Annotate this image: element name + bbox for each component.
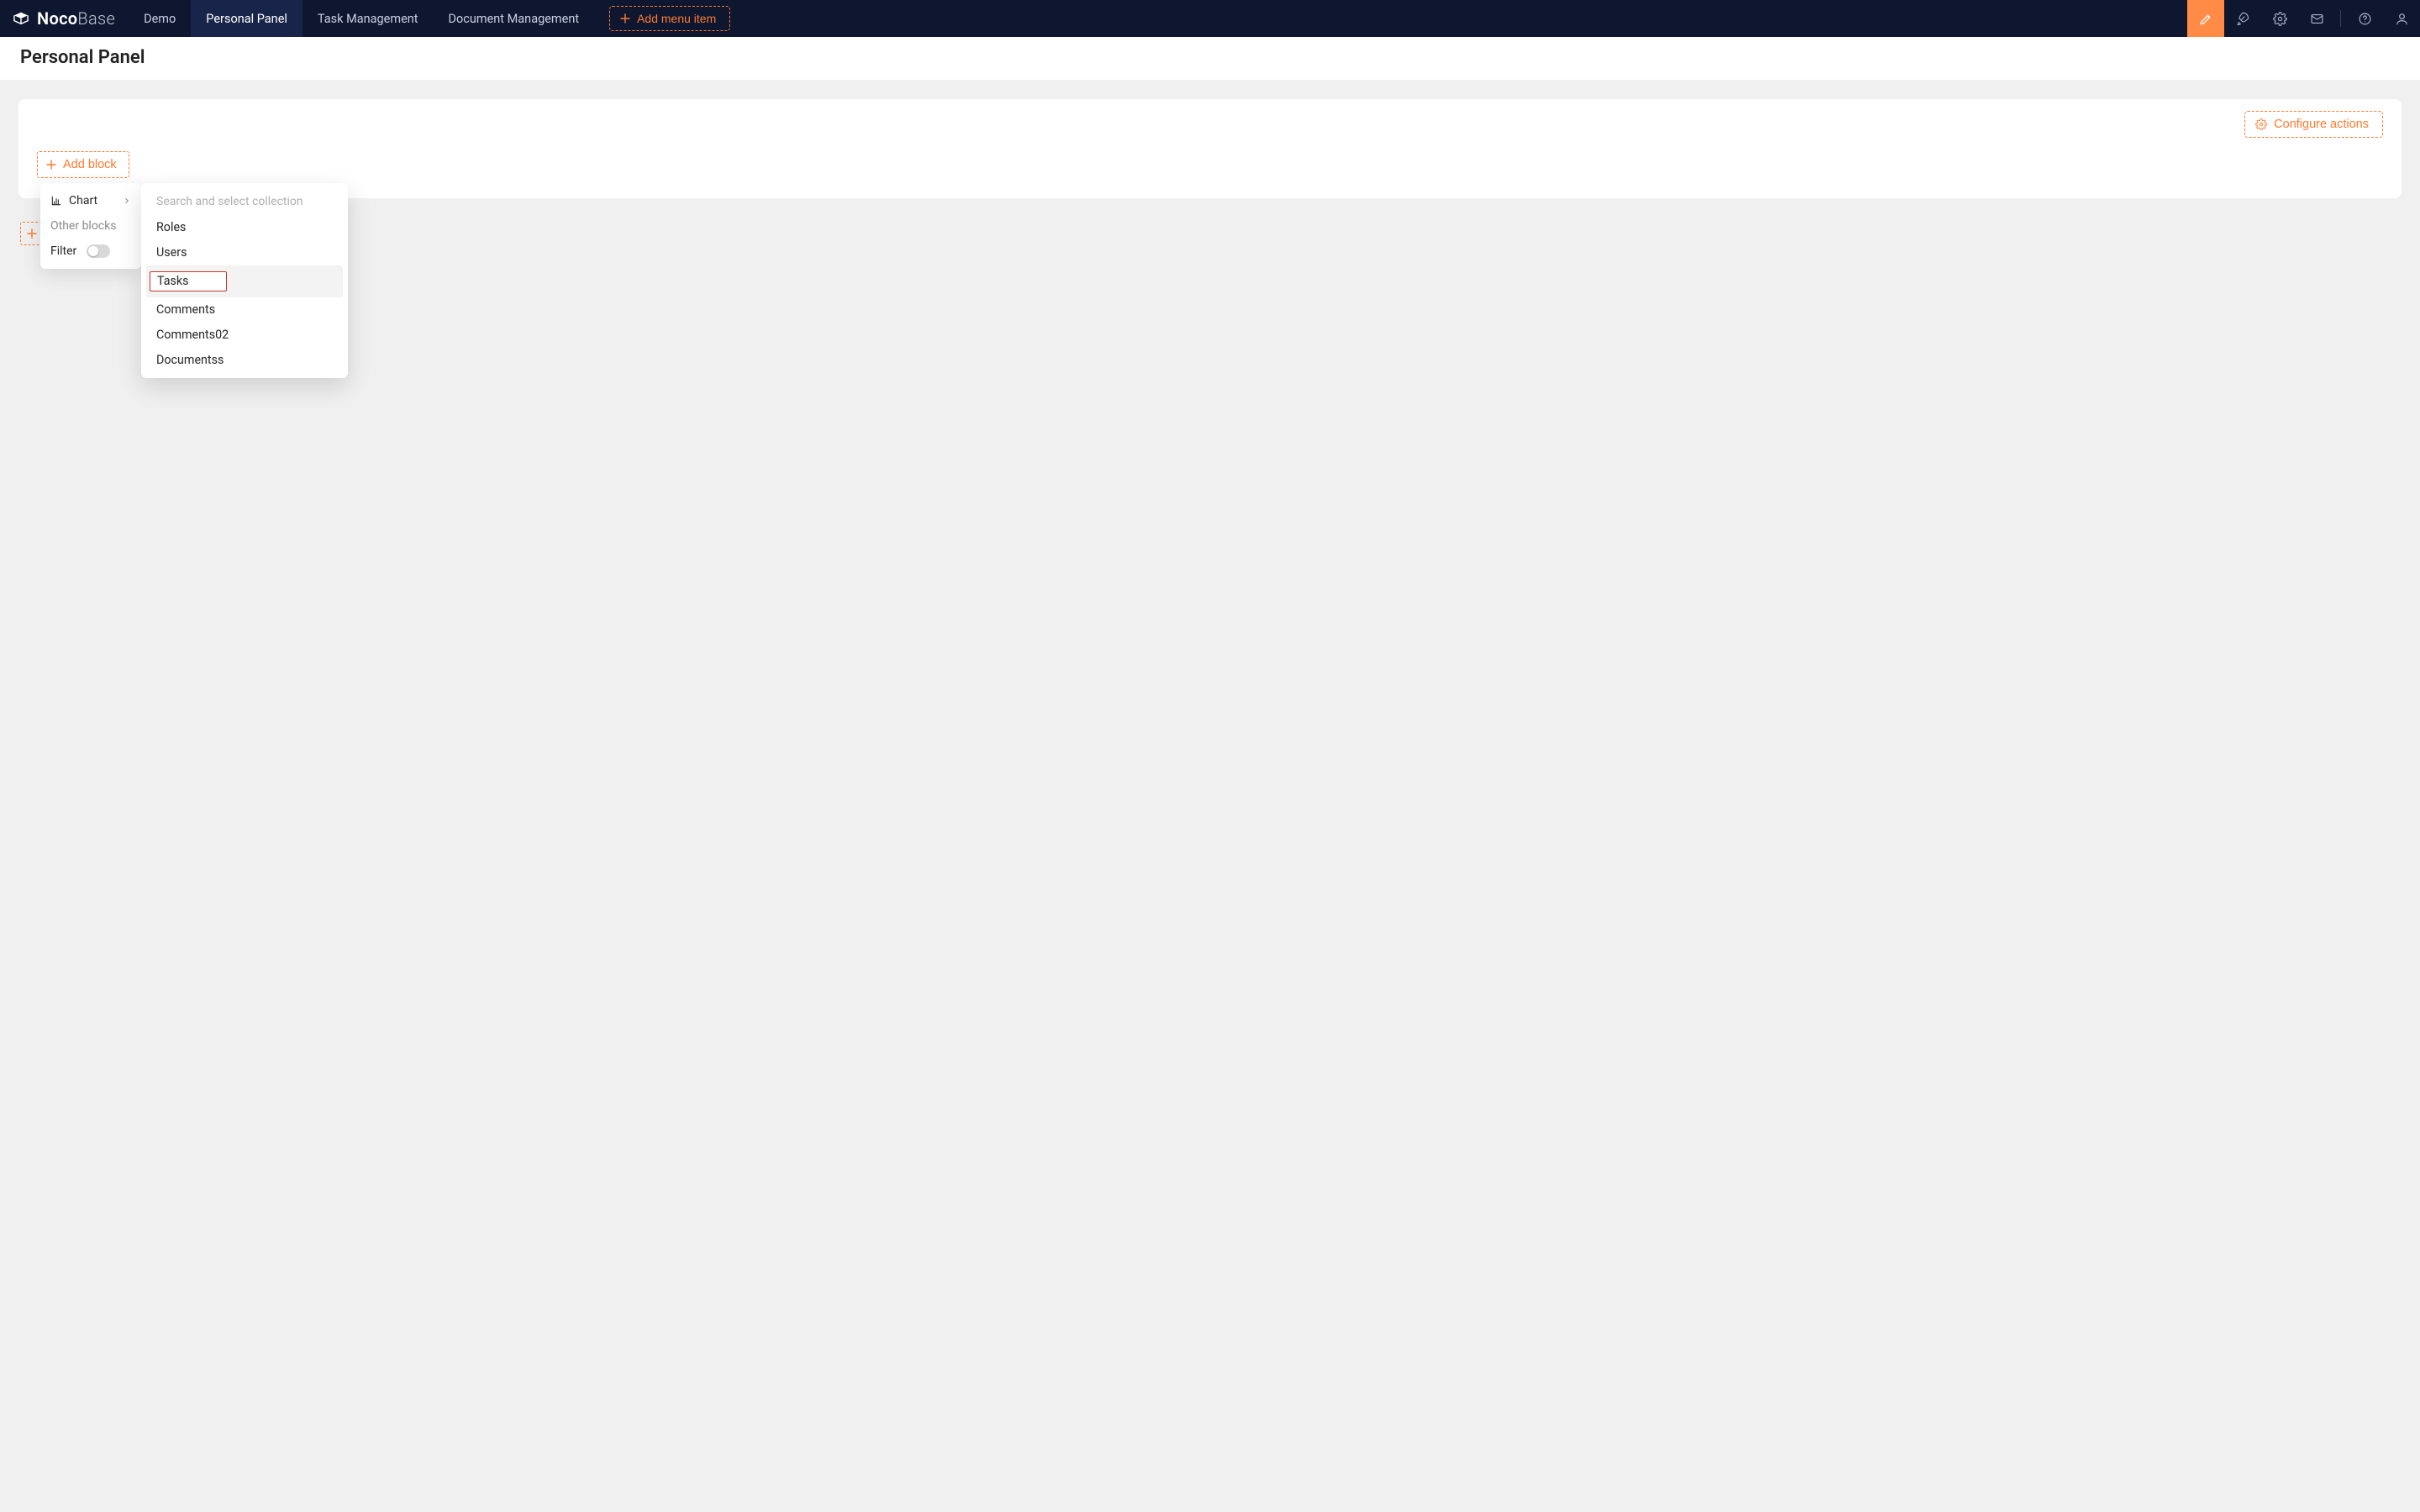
filter-toggle[interactable] — [87, 244, 110, 258]
nav-item-document-management[interactable]: Document Management — [434, 0, 595, 37]
collection-option-roles[interactable]: Roles — [146, 215, 343, 240]
page-title: Personal Panel — [20, 47, 2400, 68]
user-icon[interactable] — [2383, 0, 2420, 37]
collection-option-tasks-label: Tasks — [150, 271, 227, 291]
nav-item-personal-panel[interactable]: Personal Panel — [191, 0, 302, 37]
mail-icon[interactable] — [2298, 0, 2335, 37]
configure-actions-button[interactable]: Configure actions — [2244, 111, 2383, 138]
plus-icon — [27, 228, 37, 239]
add-menu-item-button[interactable]: Add menu item — [609, 6, 730, 31]
menu-item-filter-label: Filter — [50, 244, 76, 258]
gear-icon[interactable] — [2261, 0, 2298, 37]
page-header: Personal Panel — [0, 37, 2420, 81]
collection-option-tasks[interactable]: Tasks — [146, 265, 343, 297]
add-block-label: Add block — [63, 158, 117, 171]
gear-icon — [2255, 118, 2267, 130]
add-block-menu: Chart Other blocks Filter — [40, 183, 141, 269]
configure-actions-label: Configure actions — [2274, 118, 2369, 131]
brand-name-bold: Noco — [37, 8, 77, 29]
brand-name: NocoBase — [37, 8, 115, 29]
collection-option-users[interactable]: Users — [146, 240, 343, 265]
nav-item-demo[interactable]: Demo — [129, 0, 191, 37]
collection-search-input[interactable]: Search and select collection — [146, 188, 343, 215]
add-block-button[interactable]: Add block — [37, 151, 129, 178]
top-nav: NocoBase Demo Personal Panel Task Manage… — [0, 0, 2420, 37]
menu-item-filter: Filter — [40, 239, 141, 264]
collection-option-comments[interactable]: Comments — [146, 297, 343, 323]
nav-item-task-management[interactable]: Task Management — [302, 0, 434, 37]
brand-logo-icon — [12, 11, 30, 26]
rocket-icon[interactable] — [2224, 0, 2261, 37]
plus-icon — [46, 160, 56, 170]
help-icon[interactable] — [2346, 0, 2383, 37]
menu-item-chart[interactable]: Chart — [40, 188, 141, 213]
collection-option-documentss[interactable]: Documentss — [146, 348, 343, 373]
brand[interactable]: NocoBase — [0, 0, 129, 37]
collection-option-comments02[interactable]: Comments02 — [146, 323, 343, 348]
menu-item-chart-label: Chart — [69, 194, 97, 207]
add-menu-item-label: Add menu item — [637, 12, 716, 25]
collection-select-menu: Search and select collection Roles Users… — [141, 183, 348, 378]
brand-name-light: Base — [77, 8, 115, 29]
design-mode-icon[interactable] — [2187, 0, 2224, 37]
main-card: Configure actions Add block — [18, 99, 2402, 198]
nav-icon-group — [2187, 0, 2420, 37]
chart-icon — [50, 195, 62, 207]
page-content: Configure actions Add block — [0, 81, 2420, 264]
menu-group-other-blocks: Other blocks — [40, 213, 141, 239]
nav-items: Demo Personal Panel Task Management Docu… — [129, 0, 594, 37]
chevron-right-icon — [123, 197, 131, 205]
add-menu-wrap: Add menu item — [594, 6, 730, 31]
plus-icon — [620, 13, 630, 24]
nav-separator — [2340, 10, 2341, 27]
